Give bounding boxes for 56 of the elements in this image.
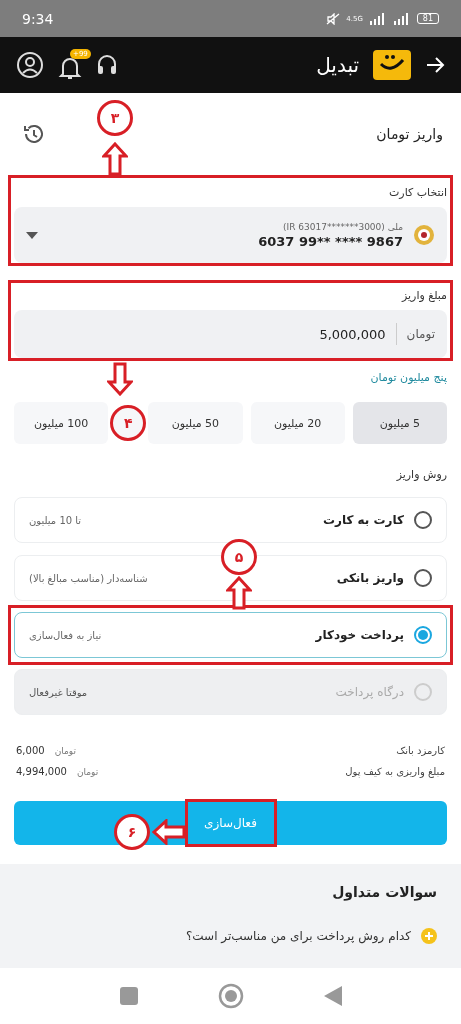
signal-icon [368,12,387,25]
headset-icon[interactable] [96,53,118,77]
amount-preset-chip[interactable]: 5 میلیون [352,402,447,444]
currency-unit: تومان [406,327,435,341]
home-icon[interactable] [217,983,244,1009]
highlight-frame: فعال‌سازی [184,799,277,847]
amount-preset-chip[interactable]: 20 میلیون [250,402,345,444]
clock-time: 9:34 [22,10,54,27]
payment-method-option[interactable]: کارت به کارت تا 10 میلیون [14,497,447,543]
radio-button[interactable] [414,626,432,644]
logo-text: تبدیل [316,53,359,77]
page-title: واریز تومان [376,126,443,142]
field-label: انتخاب کارت [388,185,447,201]
bell-icon[interactable] [58,55,82,81]
field-label: مبلغ واریز [400,288,447,304]
history-icon[interactable] [22,122,46,146]
faq-question[interactable]: کدام روش پرداخت برای من مناسب‌تر است؟ [185,929,411,943]
step-number: ۴ [110,405,147,441]
summary-value: 4,994,000 [16,766,67,777]
method-note: تا 10 میلیون [29,514,82,526]
method-title: پرداخت خودکار [315,628,404,642]
amount-preset-chip[interactable]: 100 میلیون [14,402,109,444]
method-note: موقتا غیرفعال [29,686,88,698]
payment-method-option[interactable]: پرداخت خودکار نیاز به فعال‌سازی [14,612,447,658]
annotation-arrow [152,819,186,845]
method-title: درگاه پرداخت [335,685,404,699]
faq-title: سوالات متداول [332,884,437,900]
summary-value: 6,000 [16,745,45,756]
battery-level: 81 [416,13,439,24]
amount-preset-chip[interactable]: 50 میلیون [148,402,243,444]
radio-button[interactable] [414,511,432,529]
mute-icon [326,12,341,25]
summary-label: کارمزد بانک [396,745,445,756]
currency-unit: تومان [76,766,99,777]
amount-value: 5,000,000 [319,326,386,342]
back-icon[interactable] [323,986,342,1006]
logo-icon [373,50,411,80]
method-note: نیاز به فعال‌سازی [29,629,102,641]
radio-button[interactable] [414,569,432,587]
bank-logo-icon [413,224,435,246]
bank-account-text: ملی (IR 63017*******3000) [283,221,403,232]
method-note: شناسه‌دار (مناسب مبالغ بالا) [29,572,148,584]
signal-icon [392,12,411,25]
method-title: واریز بانکی [336,571,404,585]
amount-in-words: پنج میلیون تومان [370,371,447,384]
recents-icon[interactable] [119,987,138,1005]
card-number: 6037 99** **** 9867 [258,233,403,249]
section-label: روش واریز [395,467,447,483]
currency-unit: تومان [54,745,76,756]
summary-label: مبلغ واریزی به کیف پول [345,766,445,777]
caret-icon [26,231,38,239]
back-arrow-icon[interactable] [425,56,445,74]
method-title: کارت به کارت [322,513,404,527]
step-number: ۳ [97,100,133,136]
profile-icon[interactable] [16,51,44,79]
annotation-arrow [107,362,133,396]
